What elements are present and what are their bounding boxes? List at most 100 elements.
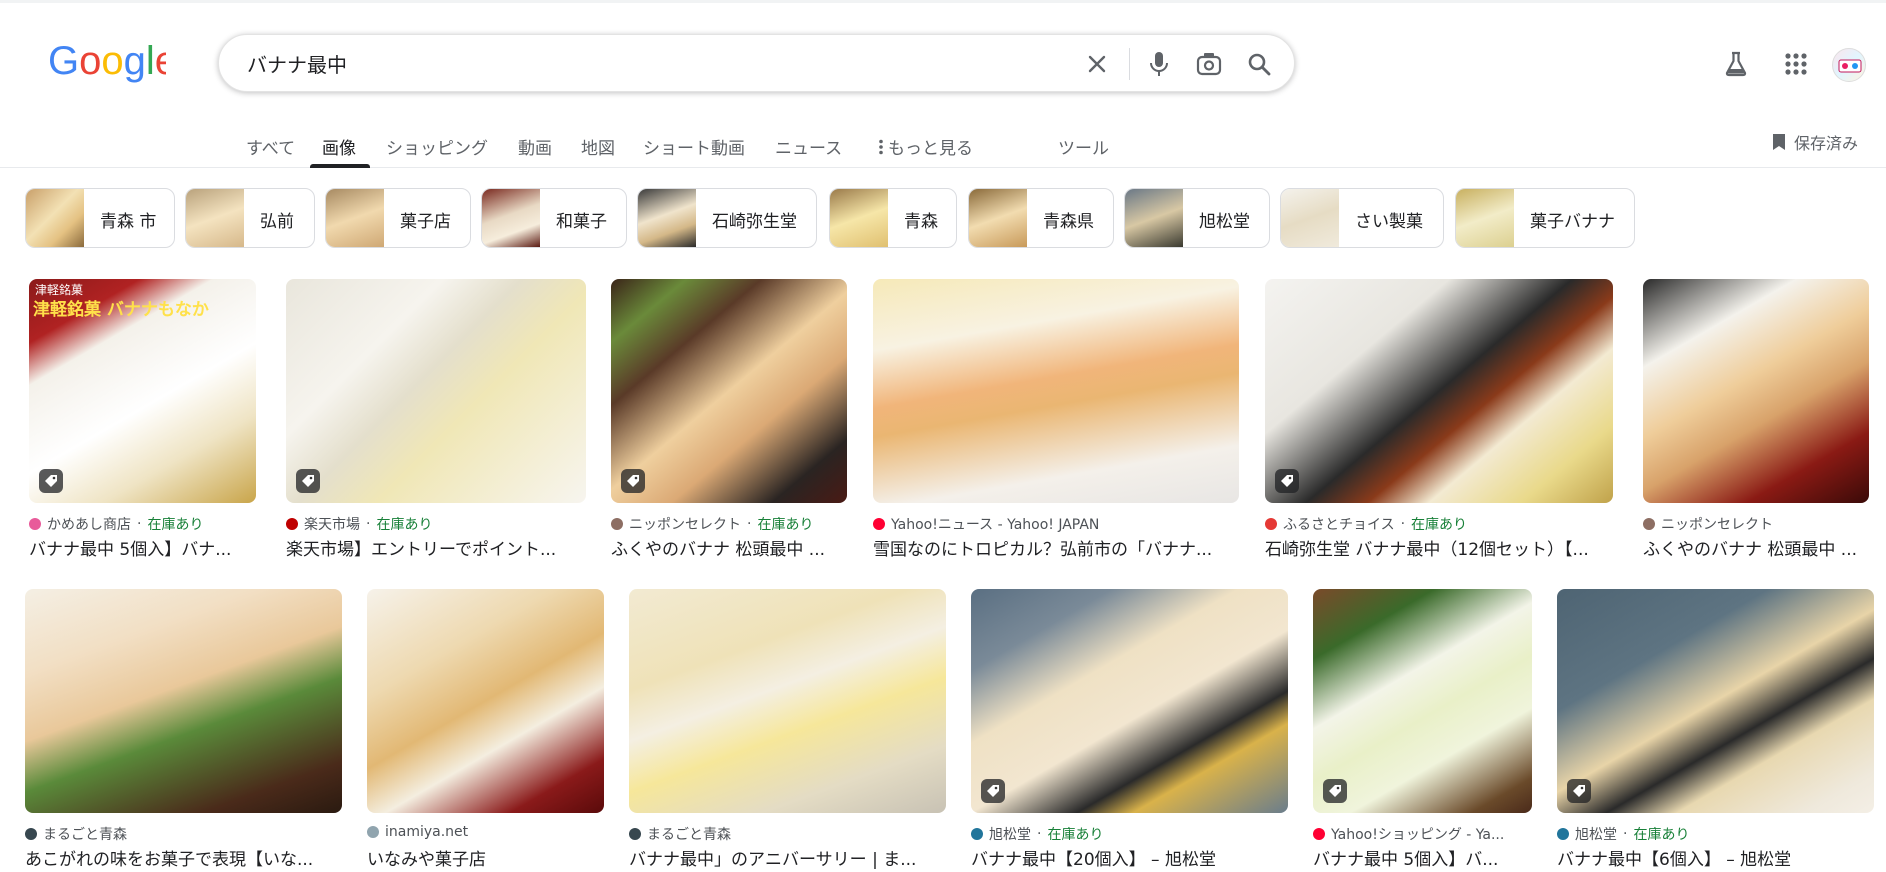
result-source[interactable]: Yahoo!ショッピング - Ya...	[1313, 824, 1532, 844]
tab-shopping[interactable]: ショッピング	[386, 134, 488, 159]
tag-icon	[1567, 779, 1591, 803]
mic-icon[interactable]	[1143, 48, 1175, 80]
favicon-icon	[629, 828, 641, 840]
result-source[interactable]: まるごと青森	[25, 824, 342, 844]
result-title[interactable]: バナナ最中【20個入】 – 旭松堂	[971, 845, 1288, 870]
tab-more[interactable]: もっと見る	[878, 134, 973, 159]
chip-wagashi[interactable]: 和菓子	[481, 188, 627, 248]
result-image[interactable]	[1643, 279, 1869, 503]
result-title[interactable]: ふくやのバナナ 松頭最中 ...	[611, 535, 847, 560]
chip-label: さい製菓	[1355, 212, 1423, 232]
svg-text:Google: Google	[48, 40, 166, 83]
search-tabs: すべて 画像 ショッピング 動画 地図 ショート動画 ニュース もっと見る ツー…	[0, 124, 1886, 168]
result-image[interactable]	[873, 279, 1239, 503]
chip-hirosaki[interactable]: 弘前	[185, 188, 315, 248]
tab-images[interactable]: 画像	[322, 134, 356, 159]
saved-button[interactable]: 保存済み	[1772, 130, 1858, 154]
tag-icon	[296, 469, 320, 493]
tab-more-label: もっと見る	[888, 139, 973, 159]
tab-all[interactable]: すべて	[246, 134, 295, 159]
search-icon[interactable]	[1243, 48, 1275, 80]
chip-thumbnail	[1456, 189, 1514, 247]
result-image[interactable]	[25, 589, 342, 813]
result-source[interactable]: かめあし商店 · 在庫あり	[29, 514, 256, 534]
image-overlay-title: 津軽銘菓 バナナもなか	[33, 300, 209, 320]
result-image[interactable]	[1557, 589, 1874, 813]
result-source[interactable]: ふるさとチョイス · 在庫あり	[1265, 514, 1613, 534]
result-image[interactable]	[1313, 589, 1532, 813]
result-source[interactable]: まるごと青森	[629, 824, 946, 844]
result-title[interactable]: 楽天市場】エントリーでポイント...	[286, 535, 586, 560]
tab-videos[interactable]: 動画	[518, 134, 552, 159]
apps-grid-icon[interactable]	[1780, 48, 1812, 80]
chip-sai-seika[interactable]: さい製菓	[1280, 188, 1444, 248]
chip-ishizaki-yayoido[interactable]: 石崎弥生堂	[637, 188, 817, 248]
result-source[interactable]: 旭松堂 · 在庫あり	[971, 824, 1288, 844]
favicon-icon	[1265, 518, 1277, 530]
chip-label: 青森	[904, 212, 938, 232]
chip-thumbnail	[482, 189, 540, 247]
chip-label: 青森 市	[100, 212, 157, 232]
tab-short-videos[interactable]: ショート動画	[643, 134, 745, 159]
result-image[interactable]	[611, 279, 847, 503]
tag-icon	[1275, 469, 1299, 493]
chip-aomori-prefecture[interactable]: 青森県	[968, 188, 1114, 248]
chip-aomori[interactable]: 青森	[829, 188, 957, 248]
favicon-icon	[971, 828, 983, 840]
close-icon[interactable]	[1081, 48, 1113, 80]
chip-label: 弘前	[260, 212, 294, 232]
chip-kashi-banana[interactable]: 菓子バナナ	[1455, 188, 1635, 248]
avatar[interactable]	[1832, 48, 1866, 82]
tab-news[interactable]: ニュース	[775, 134, 842, 159]
chip-thumbnail	[186, 189, 244, 247]
search-input[interactable]: バナナ最中	[247, 49, 347, 78]
result-image[interactable]	[1265, 279, 1613, 503]
result-image[interactable]: 津軽銘菓 津軽銘菓 バナナもなか	[29, 279, 256, 503]
chip-label: 石崎弥生堂	[712, 212, 797, 232]
result-title[interactable]: いなみや菓子店	[367, 845, 604, 870]
chip-label: 菓子バナナ	[1530, 212, 1615, 232]
result-title[interactable]: ふくやのバナナ 松頭最中 ...	[1643, 535, 1869, 560]
chip-confectionery[interactable]: 菓子店	[325, 188, 471, 248]
chip-thumbnail	[326, 189, 384, 247]
result-title[interactable]: 石崎弥生堂 バナナ最中（12個セット）【...	[1265, 535, 1613, 560]
favicon-icon	[367, 826, 379, 838]
chip-thumbnail	[969, 189, 1027, 247]
tab-tools[interactable]: ツール	[1058, 134, 1109, 159]
chip-thumbnail	[1281, 189, 1339, 247]
result-source[interactable]: 楽天市場 · 在庫あり	[286, 514, 586, 534]
search-box[interactable]: バナナ最中	[218, 34, 1295, 92]
chip-aomori-city[interactable]: 青森 市	[25, 188, 175, 248]
result-title[interactable]: バナナ最中 5個入】バ...	[1313, 845, 1532, 870]
google-logo[interactable]: Google	[48, 40, 166, 84]
result-source[interactable]: ニッポンセレクト	[1643, 514, 1869, 534]
favicon-icon	[29, 518, 41, 530]
result-title[interactable]: 雪国なのにトロピカル？弘前市の「バナナ...	[873, 535, 1239, 560]
result-source[interactable]: Yahoo!ニュース - Yahoo! JAPAN	[873, 514, 1239, 534]
bookmark-icon	[1773, 134, 1785, 150]
result-source[interactable]: 旭松堂 · 在庫あり	[1557, 824, 1874, 844]
result-title[interactable]: バナナ最中」のアニバーサリー | ま...	[629, 845, 946, 870]
chip-label: 旭松堂	[1199, 212, 1250, 232]
result-image[interactable]	[367, 589, 604, 813]
result-source[interactable]: inamiya.net	[367, 824, 604, 840]
result-source[interactable]: ニッポンセレクト · 在庫あり	[611, 514, 847, 534]
labs-flask-icon[interactable]	[1720, 48, 1752, 80]
result-image[interactable]	[286, 279, 586, 503]
tab-maps[interactable]: 地図	[581, 134, 615, 159]
result-title[interactable]: あこがれの味をお菓子で表現【いな...	[25, 845, 342, 870]
result-image[interactable]	[971, 589, 1288, 813]
chip-label: 和菓子	[556, 212, 607, 232]
result-title[interactable]: バナナ最中 5個入】バナ...	[29, 535, 256, 560]
more-vert-icon	[879, 139, 883, 154]
result-image[interactable]	[629, 589, 946, 813]
chip-thumbnail	[26, 189, 84, 247]
favicon-icon	[1313, 828, 1325, 840]
lens-icon[interactable]	[1193, 48, 1225, 80]
saved-label: 保存済み	[1794, 134, 1859, 153]
chip-kyokushodo[interactable]: 旭松堂	[1124, 188, 1270, 248]
result-title[interactable]: バナナ最中【6個入】 – 旭松堂	[1557, 845, 1874, 870]
favicon-icon	[873, 518, 885, 530]
chip-label: 菓子店	[400, 212, 451, 232]
favicon-icon	[25, 828, 37, 840]
